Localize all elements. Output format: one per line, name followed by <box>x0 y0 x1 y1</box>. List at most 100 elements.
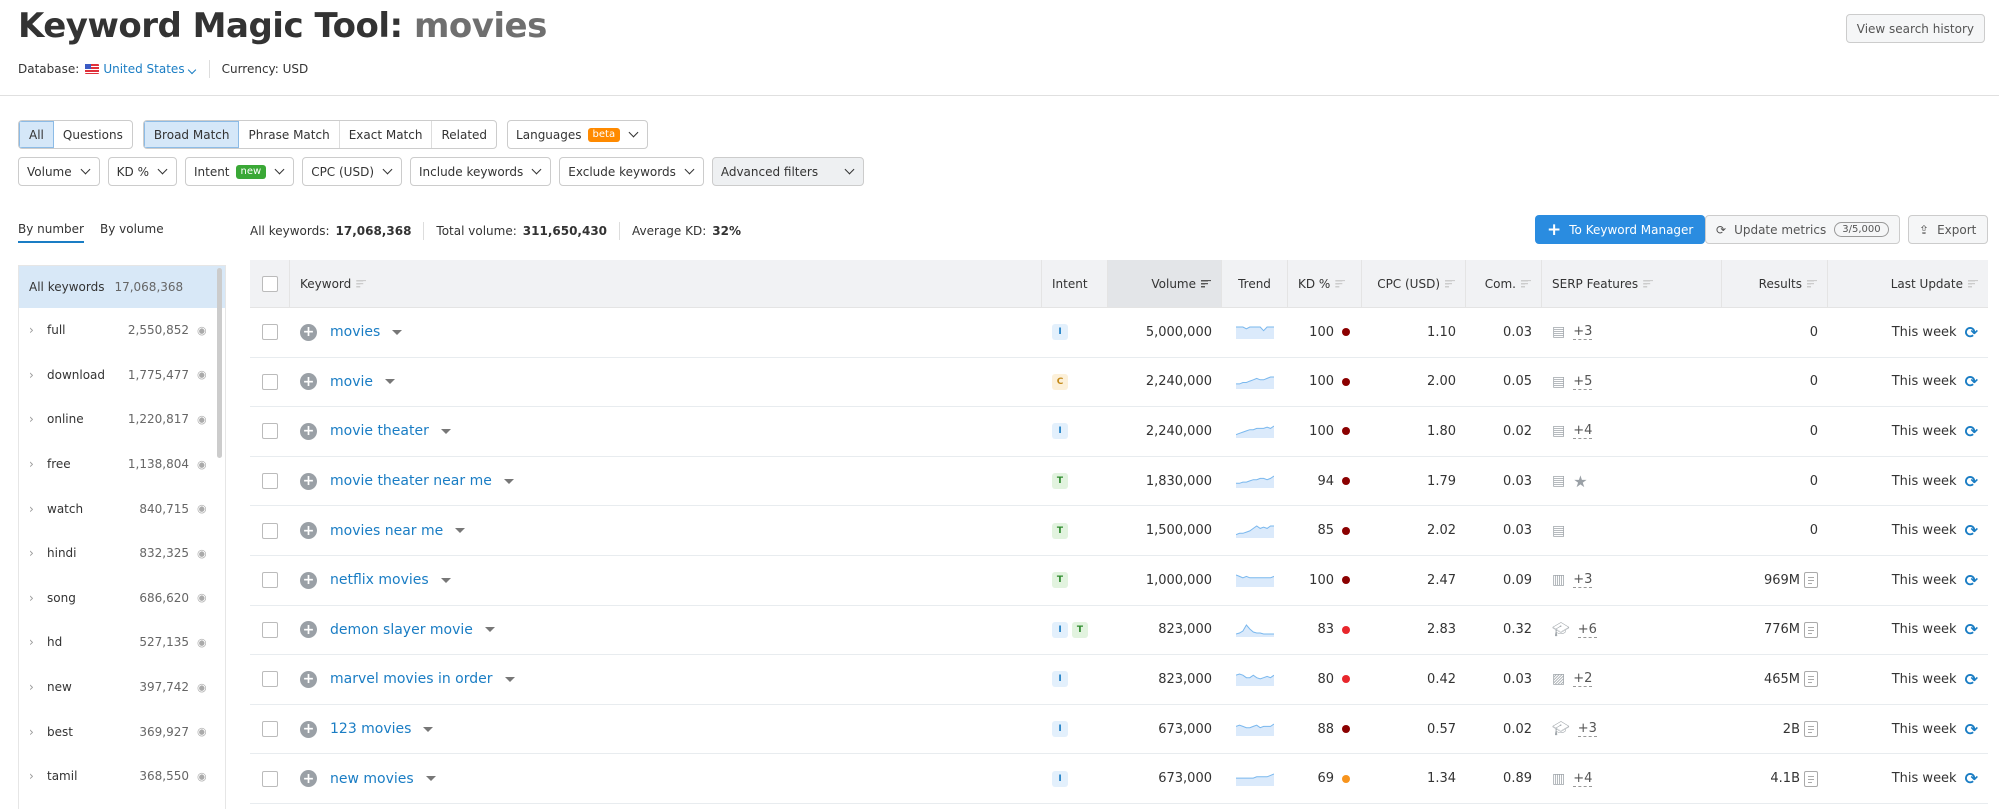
chevron-right-icon[interactable]: › <box>29 457 47 471</box>
keyword-link[interactable]: demon slayer movie <box>330 622 473 638</box>
sidebar-group-item[interactable]: › tamil 368,550 ◉ <box>19 754 225 799</box>
caret-down-icon[interactable] <box>423 726 434 732</box>
refresh-icon[interactable]: ⟳ <box>1965 769 1978 788</box>
eye-icon[interactable]: ◉ <box>197 591 207 604</box>
serp-more-link[interactable]: +4 <box>1573 771 1593 787</box>
languages-dropdown[interactable]: Languages beta <box>507 120 649 149</box>
chevron-right-icon[interactable]: › <box>29 368 47 382</box>
chevron-right-icon[interactable]: › <box>29 635 47 649</box>
keyword-link[interactable]: netflix movies <box>330 572 429 588</box>
database-value[interactable]: United States <box>103 62 184 76</box>
tab-all[interactable]: All <box>19 121 54 148</box>
sidebar-group-item[interactable]: › watch 840,715 ◉ <box>19 486 225 531</box>
col-kd[interactable]: KD % <box>1288 260 1362 307</box>
keyword-link[interactable]: marvel movies in order <box>330 671 493 687</box>
add-to-list-icon[interactable]: + <box>300 720 317 738</box>
eye-icon[interactable]: ◉ <box>197 458 207 471</box>
serp-more-link[interactable]: +2 <box>1573 671 1593 688</box>
intent-filter[interactable]: Intent new <box>184 157 295 186</box>
serp-more-link[interactable]: +5 <box>1573 374 1593 390</box>
refresh-icon[interactable]: ⟳ <box>1965 720 1978 739</box>
refresh-icon[interactable]: ⟳ <box>1965 472 1978 491</box>
sidebar-group-item[interactable]: › free 1,138,804 ◉ <box>19 442 225 487</box>
sidebar-group-item[interactable]: › hd 527,135 ◉ <box>19 620 225 665</box>
featured-snippet-icon[interactable]: ▤ <box>1552 473 1565 489</box>
volume-filter[interactable]: Volume <box>18 157 100 186</box>
row-checkbox[interactable] <box>262 473 278 490</box>
featured-snippet-icon[interactable]: ▤ <box>1552 523 1565 539</box>
eye-icon[interactable]: ◉ <box>197 324 207 337</box>
featured-snippet-icon[interactable]: ▤ <box>1552 374 1565 390</box>
eye-icon[interactable]: ◉ <box>197 681 207 694</box>
add-to-list-icon[interactable]: + <box>300 621 317 639</box>
featured-snippet-icon[interactable]: ▤ <box>1552 324 1565 340</box>
keyword-link[interactable]: new movies <box>330 771 414 787</box>
sidebar-group-item[interactable]: › hindi 832,325 ◉ <box>19 531 225 576</box>
chevron-right-icon[interactable]: › <box>29 546 47 560</box>
refresh-icon[interactable]: ⟳ <box>1965 521 1978 540</box>
tab-exact-match[interactable]: Exact Match <box>340 121 433 148</box>
sidebar-group-item[interactable]: › online 1,220,817 ◉ <box>19 397 225 442</box>
add-to-list-icon[interactable]: + <box>300 522 317 540</box>
keyword-link[interactable]: movie theater <box>330 423 429 439</box>
database-selector[interactable]: United States <box>103 62 196 76</box>
export-button[interactable]: ⇪ Export <box>1908 215 1988 244</box>
caret-down-icon[interactable] <box>425 776 436 782</box>
row-checkbox[interactable] <box>262 522 278 539</box>
row-checkbox[interactable] <box>262 721 278 738</box>
caret-down-icon[interactable] <box>385 379 395 385</box>
eye-icon[interactable]: ◉ <box>197 770 207 783</box>
row-checkbox[interactable] <box>262 671 278 688</box>
serp-more-link[interactable]: +4 <box>1573 423 1593 440</box>
tab-phrase-match[interactable]: Phrase Match <box>239 121 340 148</box>
row-checkbox[interactable] <box>262 621 278 638</box>
col-serp-features[interactable]: SERP Features <box>1542 260 1722 307</box>
refresh-icon[interactable]: ⟳ <box>1965 422 1978 441</box>
serp-snapshot-icon[interactable] <box>1804 621 1818 638</box>
refresh-icon[interactable]: ⟳ <box>1965 372 1978 391</box>
add-to-list-icon[interactable]: + <box>300 373 317 391</box>
keyword-link[interactable]: movies <box>330 324 380 340</box>
col-results[interactable]: Results <box>1722 260 1828 307</box>
refresh-icon[interactable]: ⟳ <box>1965 323 1978 342</box>
serp-more-link[interactable]: +6 <box>1577 622 1597 638</box>
eye-icon[interactable]: ◉ <box>197 547 207 560</box>
serp-snapshot-icon[interactable] <box>1804 671 1818 688</box>
featured-snippet-icon[interactable]: ▤ <box>1552 423 1565 439</box>
row-checkbox[interactable] <box>262 324 278 341</box>
keyword-link[interactable]: 123 movies <box>330 721 411 737</box>
chevron-right-icon[interactable]: › <box>29 323 47 337</box>
eye-icon[interactable]: ◉ <box>197 368 207 381</box>
news-icon[interactable]: ▥ <box>1552 572 1565 588</box>
exclude-keywords-filter[interactable]: Exclude keywords <box>559 157 704 186</box>
add-to-list-icon[interactable]: + <box>300 422 317 440</box>
serp-more-link[interactable]: +3 <box>1573 572 1593 589</box>
add-to-list-icon[interactable]: + <box>300 770 317 788</box>
chevron-right-icon[interactable]: › <box>29 725 47 739</box>
serp-more-link[interactable]: +3 <box>1577 721 1597 738</box>
refresh-icon[interactable]: ⟳ <box>1965 571 1978 590</box>
caret-down-icon[interactable] <box>503 478 514 484</box>
add-to-list-icon[interactable]: + <box>300 472 317 490</box>
sidebar-group-item[interactable]: › download 1,775,477 ◉ <box>19 353 225 398</box>
eye-icon[interactable]: ◉ <box>197 725 207 738</box>
include-keywords-filter[interactable]: Include keywords <box>410 157 552 186</box>
row-checkbox[interactable] <box>262 770 278 787</box>
sidebar-group-item[interactable]: › best 369,927 ◉ <box>19 709 225 754</box>
eye-icon[interactable]: ◉ <box>197 636 207 649</box>
chevron-right-icon[interactable]: › <box>29 591 47 605</box>
sidebar-group-item[interactable]: › full 2,550,852 ◉ <box>19 308 225 353</box>
col-volume[interactable]: Volume <box>1108 260 1222 307</box>
col-keyword[interactable]: Keyword <box>290 260 1042 307</box>
cpc-filter[interactable]: CPC (USD) <box>302 157 402 186</box>
keyword-link[interactable]: movie <box>330 374 373 390</box>
chevron-right-icon[interactable]: › <box>29 502 47 516</box>
caret-down-icon[interactable] <box>484 627 495 633</box>
tab-by-number[interactable]: By number <box>18 222 84 243</box>
knowledge-panel-icon[interactable]: 🎓︎ <box>1552 721 1570 737</box>
select-all-checkbox[interactable] <box>261 275 278 292</box>
serp-snapshot-icon[interactable] <box>1804 770 1818 787</box>
sidebar-group-item[interactable]: › song 686,620 ◉ <box>19 576 225 621</box>
tab-broad-match[interactable]: Broad Match <box>143 121 240 148</box>
eye-icon[interactable]: ◉ <box>197 502 207 515</box>
